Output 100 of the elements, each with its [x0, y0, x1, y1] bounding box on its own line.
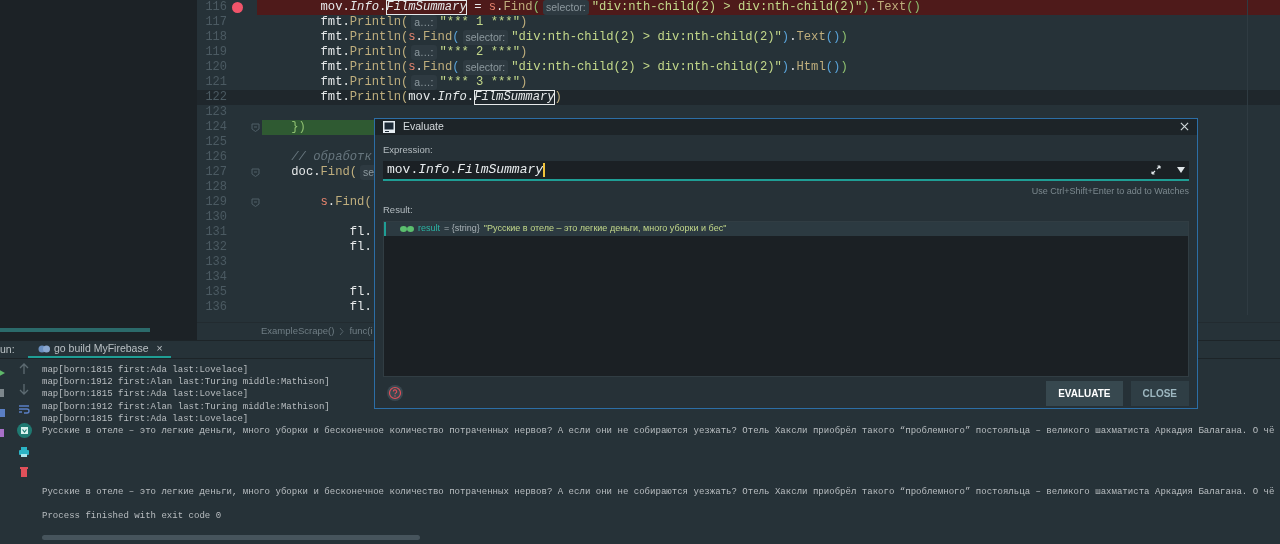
console-line: map[born:1912 first:Alan last:Turing middle:Mathison] — [42, 376, 330, 389]
code-text: fl. — [348, 300, 372, 315]
code-text: fmt. — [319, 60, 350, 75]
close-button[interactable]: × — [156, 340, 163, 357]
code-text: . — [496, 0, 504, 15]
code-text: = — [473, 0, 483, 15]
dialog-button[interactable]: EVALUATE — [1046, 380, 1123, 406]
console-line: map[born:1815 first:Ada last:Lovelace] — [42, 412, 249, 425]
method-name: Println( — [349, 30, 409, 45]
bracket: () — [825, 60, 841, 75]
code-text: fl. — [348, 285, 372, 300]
method-name: Println( — [349, 15, 409, 30]
bracket: () — [906, 0, 921, 15]
field-label: Expression: — [383, 142, 434, 157]
string-literal: "*** 1 ***" — [439, 15, 520, 30]
glasses-icon — [400, 225, 414, 232]
bracket: ) — [781, 60, 790, 75]
expand-icon[interactable] — [1151, 165, 1161, 175]
breakpoint-icon[interactable] — [232, 2, 243, 13]
field-name: Info — [349, 0, 380, 15]
console-line: map[born:1912 first:Alan last:Turing middle:Mathison] — [42, 400, 330, 413]
code-text: fl. — [348, 240, 372, 255]
trash-icon[interactable] — [18, 466, 30, 478]
scrollbar[interactable] — [42, 535, 420, 540]
console-line: map[born:1815 first:Ada last:Lovelace] — [42, 364, 249, 377]
method-name: Find — [422, 60, 453, 75]
console-line: Process finished with exit code 0 — [42, 510, 222, 523]
code-text: . — [379, 0, 387, 15]
string-literal: "*** 2 ***" — [439, 45, 520, 60]
help-icon[interactable] — [387, 385, 403, 402]
code-comment: // обработк — [290, 150, 372, 165]
highlighted-identifier: FilmSummary — [386, 0, 467, 15]
method-name: ) — [520, 15, 528, 30]
code-text: . — [789, 30, 797, 45]
string-literal: "div:nth-child(2) > div:nth-child(2)" — [511, 60, 782, 75]
receiver-name: s — [408, 30, 416, 45]
parameter-hint: selector: — [543, 0, 589, 15]
receiver-name: s — [408, 60, 416, 75]
method-name: Println( — [349, 90, 409, 105]
save-icon[interactable] — [16, 423, 32, 438]
method-name: Find( — [320, 165, 358, 180]
down-arrow-icon[interactable] — [18, 383, 30, 395]
code-text: . — [869, 0, 877, 15]
code-text: mov. — [319, 0, 350, 15]
method-name: ) — [520, 45, 528, 60]
hint-text: Use Ctrl+Shift+Enter to add to Watches — [1031, 185, 1189, 198]
parameter-hint: selector: — [462, 60, 509, 75]
bracket: }) — [262, 120, 306, 135]
up-arrow-icon[interactable] — [18, 363, 30, 375]
result-row[interactable]: result = {string} "Русские в отеле – это легкие деньги, много уборки и бес" — [384, 221, 1188, 236]
window-title: Evaluate — [403, 119, 445, 134]
bracket: ( — [532, 0, 540, 15]
wrap-icon[interactable] — [18, 403, 30, 415]
bracket: ) — [840, 30, 848, 45]
chevron-icon — [339, 327, 345, 336]
bracket: ( — [452, 30, 460, 45]
dropdown-icon[interactable] — [1177, 167, 1185, 173]
close-icon[interactable] — [1180, 122, 1189, 132]
code-text: fmt. — [319, 30, 350, 45]
code-text: fl. — [348, 225, 372, 240]
panel-label: un: — [0, 341, 16, 357]
code-text: . — [789, 60, 797, 75]
code-text: fmt. — [319, 15, 350, 30]
code-text: . — [415, 60, 423, 75]
method-name: Println( — [349, 75, 409, 90]
app-icon — [383, 120, 395, 133]
parameter-hint: a…: — [411, 75, 437, 90]
method-name: Text — [796, 30, 826, 45]
code-text: . — [415, 30, 423, 45]
dialog-button[interactable]: CLOSE — [1130, 380, 1189, 406]
bracket: () — [825, 30, 841, 45]
field-name: Info — [437, 90, 467, 105]
expression-field[interactable]: mov.Info.FilmSummary — [383, 161, 1189, 181]
method-name: Println( — [349, 60, 409, 75]
highlighted-identifier: FilmSummary — [474, 90, 555, 105]
string-literal: "div:nth-child(2) > div:nth-child(2)" — [591, 0, 863, 15]
receiver-name: s — [319, 195, 328, 210]
scrollbar[interactable] — [0, 328, 150, 332]
console-line: map[born:1815 first:Ada last:Lovelace] — [42, 388, 249, 401]
method-name: Find — [422, 30, 453, 45]
code-text: fmt. — [319, 75, 350, 90]
run-tab[interactable]: go build MyFirebase × — [28, 341, 171, 358]
method-name: Text — [876, 0, 907, 15]
bracket: ) — [862, 0, 870, 15]
parameter-hint: a…: — [411, 15, 437, 30]
method-name: Find — [503, 0, 533, 15]
code-text: . — [327, 195, 336, 210]
method-name: Html — [796, 60, 826, 75]
method-name: Find( — [335, 195, 372, 210]
console-line: Русские в отеле – это легкие деньги, много уборки и бесконечное количество потраченных нервов? А если они не собираются уезжать? Отель Хаксли приобрёл такого “проблемного” постояльца – великого шахматиста Аркадия Балагана. О чё — [42, 425, 1275, 438]
code-text: mov. — [408, 90, 438, 105]
string-literal: "*** 3 ***" — [439, 75, 520, 90]
string-literal: "div:nth-child(2) > div:nth-child(2)" — [511, 30, 782, 45]
code-text: fmt. — [319, 45, 350, 60]
code-text: doc. — [290, 165, 321, 180]
field-label: Result: — [383, 202, 414, 217]
print-icon[interactable] — [18, 446, 30, 458]
method-name: ) — [520, 75, 528, 90]
code-text: fmt. — [319, 90, 350, 105]
method-name: ) — [554, 90, 562, 105]
